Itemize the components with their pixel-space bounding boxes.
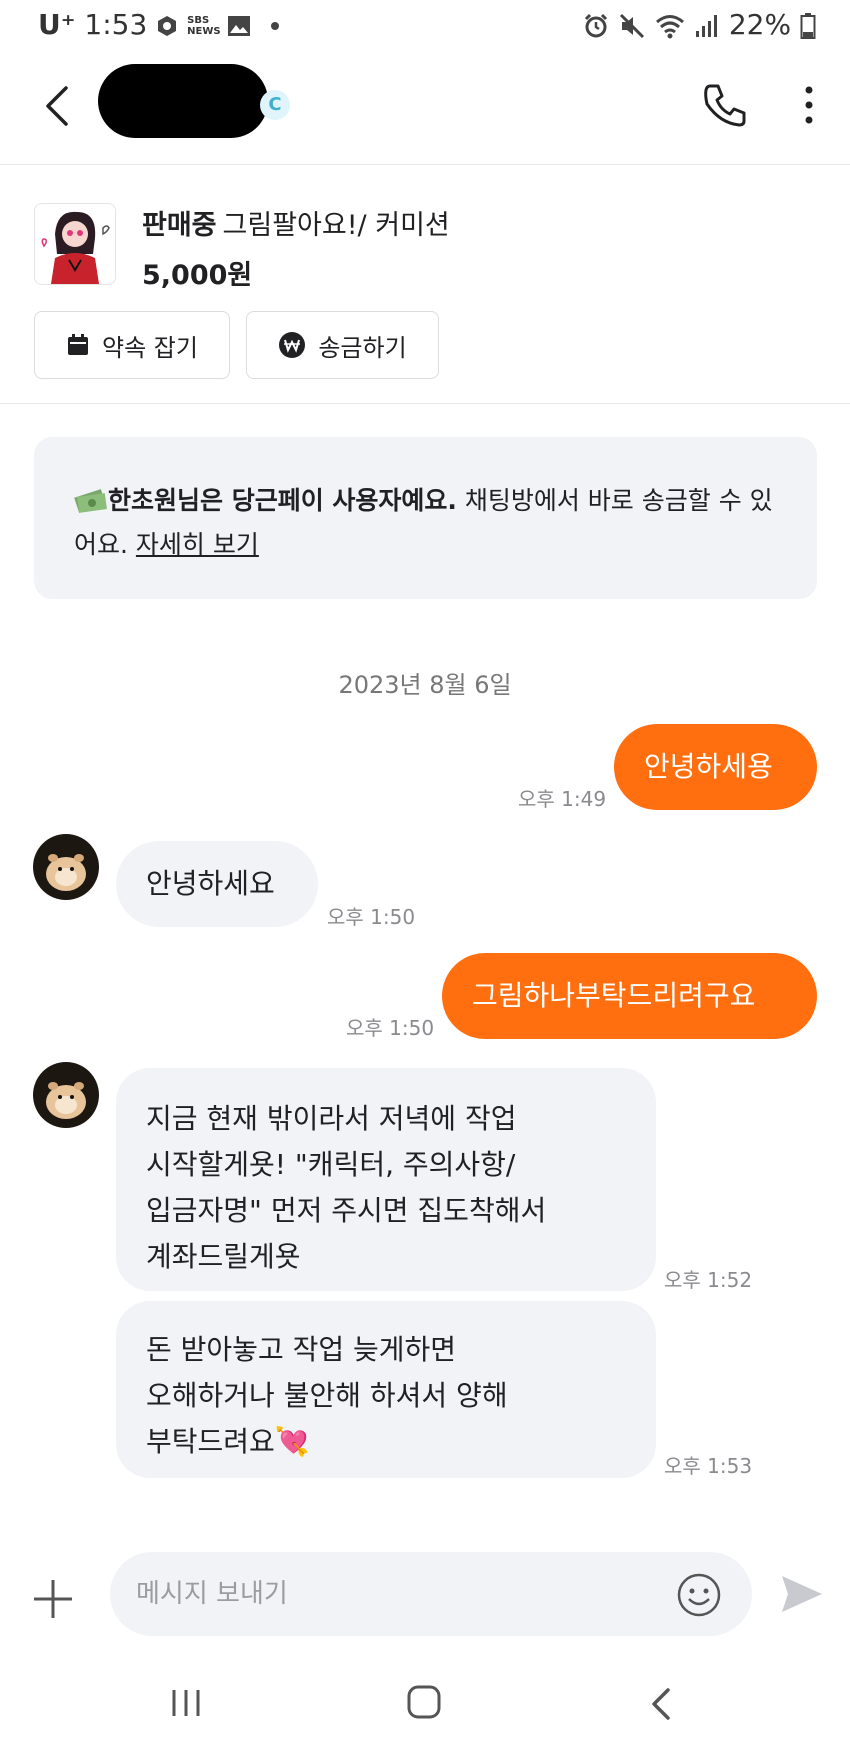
back-arrow-icon — [46, 86, 68, 126]
sent-message-bubble[interactable]: 그림하나부탁드리려구요 — [442, 953, 817, 1039]
mute-icon — [620, 13, 645, 39]
hamster-avatar-image — [33, 834, 99, 900]
product-title: 그림팔아요!/ 커미션 — [222, 210, 450, 241]
hamster-avatar-image — [33, 1062, 99, 1128]
message-line: 입금자명" 먼저 주시면 집도착해서 — [146, 1194, 547, 1227]
battery-icon — [800, 13, 816, 39]
sender-avatar[interactable] — [33, 834, 99, 900]
message-text: 안녕하세요 — [146, 867, 275, 900]
emoji-button[interactable] — [676, 1572, 722, 1618]
system-back-button[interactable] — [644, 1684, 678, 1724]
chevron-left-icon — [652, 1688, 670, 1720]
gallery-icon — [228, 16, 251, 36]
received-message-bubble[interactable]: 돈 받아놓고 작업 늦게하면 오해하거나 불안해 하셔서 양해 부탁드려요💘 — [116, 1301, 656, 1478]
recent-apps-icon — [172, 1690, 200, 1716]
sent-message-bubble[interactable]: 안녕하세용 — [614, 724, 817, 810]
battery-percent: 22% — [728, 8, 792, 41]
call-button[interactable] — [700, 80, 750, 130]
status-right: 22% — [583, 8, 816, 41]
sender-avatar[interactable] — [33, 1062, 99, 1128]
phone-icon — [704, 84, 746, 127]
product-status: 판매중 — [142, 210, 217, 241]
send-money-button[interactable]: 송금하기 — [246, 311, 439, 379]
message-line: 시작할게욧! "캐릭터, 주의사항/ — [146, 1148, 516, 1181]
notification-app-icon — [158, 16, 177, 36]
message-time: 오후 1:52 — [664, 1268, 753, 1292]
product-price: 5,000원 — [142, 260, 253, 291]
home-icon — [407, 1685, 441, 1719]
message-time: 오후 1:50 — [346, 1016, 435, 1040]
recent-apps-button[interactable] — [168, 1686, 204, 1720]
message-text: 안녕하세용 — [644, 750, 773, 783]
message-line: 오해하거나 불안해 하셔서 양해 — [146, 1379, 508, 1412]
wifi-icon — [656, 15, 685, 39]
received-message-bubble[interactable]: 지금 현재 밖이라서 저녁에 작업 시작할게욧! "캐릭터, 주의사항/ 입금자… — [116, 1068, 656, 1291]
message-time: 오후 1:50 — [327, 905, 416, 929]
alarm-icon — [585, 13, 608, 38]
make-appointment-button[interactable]: 약속 잡기 — [34, 311, 230, 379]
chat-header: C — [0, 52, 850, 165]
received-message-bubble[interactable]: 안녕하세요 — [116, 841, 318, 927]
message-input[interactable] — [110, 1552, 752, 1636]
send-button[interactable] — [778, 1570, 826, 1618]
money-icon — [74, 489, 107, 513]
attach-button[interactable] — [30, 1576, 76, 1622]
carrier-label: U⁺ — [38, 8, 76, 41]
notice-more-link[interactable]: 자세히 보기 — [136, 530, 259, 559]
product-status-and-title[interactable]: 판매중 그림팔아요!/ 커미션 — [142, 203, 450, 242]
message-line: 돈 받아놓고 작업 늦게하면 — [146, 1333, 457, 1366]
product-thumbnail[interactable] — [34, 203, 116, 285]
pay-notice-banner: 한초원님은 당근페이 사용자예요. 채팅방에서 바로 송금할 수 있어요. 자세… — [34, 437, 817, 599]
calendar-icon — [68, 334, 89, 355]
message-line: 지금 현재 밖이라서 저녁에 작업 — [146, 1102, 517, 1135]
message-line: 부탁드려요💘 — [146, 1425, 310, 1458]
more-notifications-dot — [270, 22, 279, 30]
smiley-icon — [677, 1573, 721, 1617]
status-left: U⁺ 1:53 SBS NEWS — [38, 8, 279, 41]
home-button[interactable] — [404, 1682, 444, 1722]
product-illustration-image — [35, 204, 115, 284]
send-money-label: 송금하기 — [318, 333, 407, 362]
redacted-username — [98, 64, 268, 138]
product-card: 판매중 그림팔아요!/ 커미션 5,000원 약속 잡기 송금하기 — [0, 165, 850, 404]
message-text: 그림하나부탁드리려구요 — [472, 979, 756, 1012]
signal-icon — [695, 15, 717, 37]
status-time: 1:53 — [84, 8, 148, 41]
system-navigation-bar — [0, 1660, 850, 1749]
more-options-button[interactable] — [794, 82, 824, 128]
message-line: 계좌드릴게욧 — [146, 1240, 301, 1273]
manner-temperature-badge: C — [260, 90, 290, 120]
plus-icon — [34, 1580, 72, 1618]
message-input-bar — [0, 1550, 850, 1648]
make-appointment-label: 약속 잡기 — [102, 333, 198, 362]
date-separator: 2023년 8월 6일 — [338, 671, 512, 699]
notice-bold-text: 한초원님은 당근페이 사용자예요. — [108, 486, 457, 515]
back-button[interactable] — [36, 84, 80, 128]
sbs-news-icon: SBS NEWS — [187, 15, 221, 37]
send-icon — [782, 1576, 822, 1612]
message-time: 오후 1:49 — [518, 787, 607, 811]
won-coin-icon — [279, 332, 306, 358]
message-time: 오후 1:53 — [664, 1454, 753, 1478]
more-vertical-icon — [805, 86, 813, 124]
status-bar: U⁺ 1:53 SBS NEWS 22% — [0, 0, 850, 52]
